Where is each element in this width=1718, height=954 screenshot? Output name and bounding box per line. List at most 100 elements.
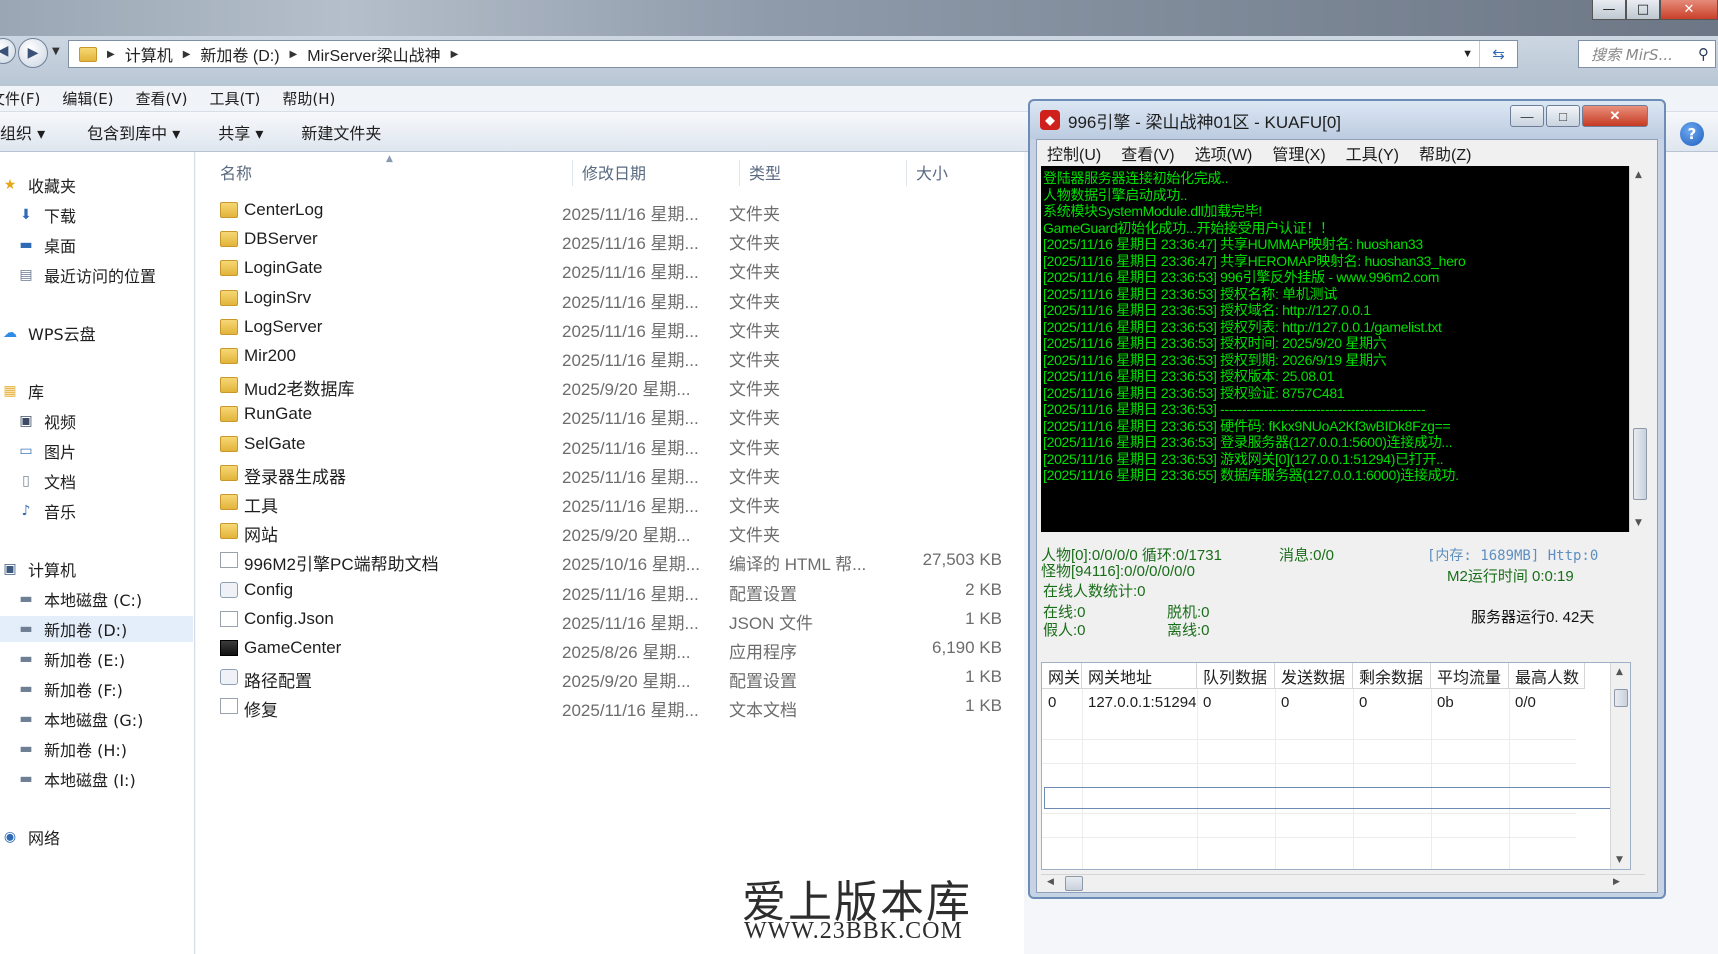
file-row[interactable]: DBServer 2025/11/16 星期... 文件夹 bbox=[216, 225, 1016, 254]
column-divider[interactable] bbox=[906, 160, 907, 186]
gateway-col-header[interactable]: 发送数据 bbox=[1275, 663, 1353, 689]
menu-edit[interactable]: 编辑(E) bbox=[62, 88, 125, 109]
server-window-title-bar[interactable]: ◆ 996引擎 - 梁山战神01区 - KUAFU[0] — □ ✕ bbox=[1030, 101, 1664, 139]
file-row[interactable]: LoginSrv 2025/11/16 星期... 文件夹 bbox=[216, 284, 1016, 313]
forward-button[interactable]: ▶ bbox=[18, 38, 48, 68]
menu-file[interactable]: 文件(F) bbox=[0, 88, 52, 109]
nav-drive-h[interactable]: ▬ 新加卷 (H:) bbox=[16, 736, 127, 762]
console-scrollbar[interactable]: ▲ ▼ bbox=[1629, 166, 1649, 532]
gateway-col-header[interactable]: 队列数据 bbox=[1197, 663, 1275, 689]
new-folder-button[interactable]: 新建文件夹 bbox=[301, 120, 381, 144]
file-row[interactable]: 工具 2025/11/16 星期... 文件夹 bbox=[216, 488, 1016, 517]
horizontal-scrollbar[interactable]: ◀ ▶ bbox=[1041, 874, 1645, 892]
nav-drive-e[interactable]: ▬ 新加卷 (E:) bbox=[16, 646, 125, 672]
file-row[interactable]: Mud2老数据库 2025/9/20 星期... 文件夹 bbox=[216, 371, 1016, 400]
file-row[interactable]: GameCenter 2025/8/26 星期... 应用程序 6,190 KB bbox=[216, 634, 1016, 663]
gateway-cell[interactable]: 0b bbox=[1431, 690, 1454, 714]
include-in-library-button[interactable]: 包含到库中 ▾ bbox=[87, 120, 180, 144]
server-menu-control[interactable]: 控制(U) bbox=[1047, 141, 1101, 165]
nav-drive-g[interactable]: ▬ 本地磁盘 (G:) bbox=[16, 706, 143, 732]
gateway-cell[interactable]: 127.0.0.1:51294 bbox=[1082, 690, 1196, 714]
gateway-table[interactable]: 网关 网关地址 队列数据 发送数据 剩余数据 平均流量 最高人数 0 127.0… bbox=[1041, 662, 1631, 870]
table-scroll-thumb[interactable] bbox=[1614, 689, 1628, 707]
organize-button[interactable]: 组织 ▾ bbox=[0, 120, 45, 144]
address-dropdown-icon[interactable]: ▼ bbox=[1462, 48, 1473, 60]
file-row[interactable]: 登录器生成器 2025/11/16 星期... 文件夹 bbox=[216, 459, 1016, 488]
menu-view[interactable]: 查看(V) bbox=[136, 88, 200, 109]
server-menu-view[interactable]: 查看(V) bbox=[1121, 141, 1174, 165]
file-row[interactable]: 路径配置 2025/9/20 星期... 配置设置 1 KB bbox=[216, 663, 1016, 692]
column-header-date[interactable]: 修改日期 bbox=[582, 160, 646, 184]
menu-help[interactable]: 帮助(H) bbox=[282, 88, 347, 109]
minimize-button[interactable]: — bbox=[1592, 0, 1626, 20]
scroll-left-icon[interactable]: ◀ bbox=[1047, 877, 1054, 887]
column-divider[interactable] bbox=[739, 160, 740, 186]
nav-music[interactable]: ♪ 音乐 bbox=[16, 498, 76, 524]
server-menu-manage[interactable]: 管理(X) bbox=[1272, 141, 1325, 165]
scroll-down-icon[interactable]: ▼ bbox=[1616, 855, 1623, 865]
gateway-cell[interactable]: 0 bbox=[1197, 690, 1211, 714]
gateway-table-scrollbar[interactable]: ▲ ▼ bbox=[1610, 663, 1630, 869]
gateway-col-header[interactable]: 最高人数 bbox=[1509, 663, 1585, 689]
nav-recent[interactable]: ▤ 最近访问的位置 bbox=[16, 262, 156, 288]
scroll-up-icon[interactable]: ▲ bbox=[1635, 170, 1642, 180]
search-input[interactable]: 搜索 MirS... ⚲ bbox=[1578, 40, 1716, 68]
server-menu-options[interactable]: 选项(W) bbox=[1195, 141, 1253, 165]
server-menu-help[interactable]: 帮助(Z) bbox=[1419, 141, 1471, 165]
share-button[interactable]: 共享 ▾ bbox=[218, 120, 263, 144]
nav-network[interactable]: ◉ 网络 bbox=[0, 824, 60, 850]
nav-wps-cloud[interactable]: ☁ WPS云盘 bbox=[0, 320, 96, 346]
nav-favorites[interactable]: ★ 收藏夹 bbox=[0, 172, 76, 198]
nav-desktop[interactable]: ▬ 桌面 bbox=[16, 232, 76, 258]
file-row[interactable]: Mir200 2025/11/16 星期... 文件夹 bbox=[216, 342, 1016, 371]
column-header-size[interactable]: 大小 bbox=[916, 160, 948, 184]
nav-libraries[interactable]: ▦ 库 bbox=[0, 378, 44, 404]
server-close-button[interactable]: ✕ bbox=[1582, 105, 1648, 127]
file-row[interactable]: 修复 2025/11/16 星期... 文本文档 1 KB bbox=[216, 692, 1016, 721]
horizontal-scroll-thumb[interactable] bbox=[1065, 876, 1083, 891]
breadcrumb-drive-d[interactable]: 新加卷 (D:) bbox=[194, 42, 285, 66]
file-row[interactable]: LogServer 2025/11/16 星期... 文件夹 bbox=[216, 313, 1016, 342]
gateway-cell[interactable]: 0/0 bbox=[1509, 690, 1536, 714]
grid-focus-row[interactable] bbox=[1044, 787, 1627, 809]
scroll-down-icon[interactable]: ▼ bbox=[1635, 518, 1642, 528]
address-bar[interactable]: ▶ 计算机 ▶ 新加卷 (D:) ▶ MirServer梁山战神 ▶ ▼ ⇆ bbox=[68, 40, 1518, 68]
maximize-button[interactable]: □ bbox=[1626, 0, 1660, 20]
column-header-type[interactable]: 类型 bbox=[749, 160, 781, 184]
file-row[interactable]: LoginGate 2025/11/16 星期... 文件夹 bbox=[216, 254, 1016, 283]
gateway-col-header[interactable]: 网关地址 bbox=[1082, 663, 1197, 689]
server-menu-tools[interactable]: 工具(Y) bbox=[1346, 141, 1399, 165]
server-log-console[interactable]: 登陆器服务器连接初始化完成.. 人物数据引擎启动成功.. 系统模块SystemMod… bbox=[1041, 166, 1629, 532]
gateway-cell[interactable]: 0 bbox=[1353, 690, 1367, 714]
scroll-up-icon[interactable]: ▲ bbox=[1616, 667, 1623, 677]
file-row[interactable]: 网站 2025/9/20 星期... 文件夹 bbox=[216, 517, 1016, 546]
file-row[interactable]: SelGate 2025/11/16 星期... 文件夹 bbox=[216, 430, 1016, 459]
refresh-button[interactable]: ⇆ bbox=[1479, 41, 1517, 67]
console-scroll-thumb[interactable] bbox=[1633, 428, 1647, 500]
nav-documents[interactable]: ▯ 文档 bbox=[16, 468, 76, 494]
breadcrumb-mirserver[interactable]: MirServer梁山战神 bbox=[301, 42, 446, 66]
help-button[interactable]: ? bbox=[1680, 122, 1704, 146]
breadcrumb-computer[interactable]: 计算机 bbox=[119, 42, 179, 66]
file-row[interactable]: Config.Json 2025/11/16 星期... JSON 文件 1 KB bbox=[216, 605, 1016, 634]
file-row[interactable]: 996M2引擎PC端帮助文档 2025/10/16 星期... 编译的 HTML 帮… bbox=[216, 546, 1016, 575]
nav-pictures[interactable]: ▭ 图片 bbox=[16, 438, 76, 464]
file-row[interactable]: CenterLog 2025/11/16 星期... 文件夹 bbox=[216, 196, 1016, 225]
gateway-col-header[interactable]: 网关 bbox=[1042, 663, 1082, 689]
nav-computer[interactable]: ▣ 计算机 bbox=[0, 556, 76, 582]
scroll-right-icon[interactable]: ▶ bbox=[1613, 877, 1620, 887]
nav-drive-d[interactable]: ▬ 新加卷 (D:) bbox=[0, 616, 193, 642]
gateway-col-header[interactable]: 平均流量 bbox=[1431, 663, 1509, 689]
column-divider[interactable] bbox=[572, 160, 573, 186]
gateway-cell[interactable]: 0 bbox=[1042, 690, 1056, 714]
server-maximize-button[interactable]: □ bbox=[1546, 105, 1580, 127]
nav-downloads[interactable]: ⬇ 下载 bbox=[16, 202, 76, 228]
gateway-cell[interactable]: 0 bbox=[1275, 690, 1289, 714]
nav-drive-i[interactable]: ▬ 本地磁盘 (I:) bbox=[16, 766, 135, 792]
column-header-name[interactable]: 名称 bbox=[220, 160, 252, 184]
file-row[interactable]: RunGate 2025/11/16 星期... 文件夹 bbox=[216, 400, 1016, 429]
nav-videos[interactable]: ▣ 视频 bbox=[16, 408, 76, 434]
gateway-col-header[interactable]: 剩余数据 bbox=[1353, 663, 1431, 689]
recent-pages-dropdown[interactable]: ▼ bbox=[52, 46, 60, 57]
file-row[interactable]: Config 2025/11/16 星期... 配置设置 2 KB bbox=[216, 576, 1016, 605]
